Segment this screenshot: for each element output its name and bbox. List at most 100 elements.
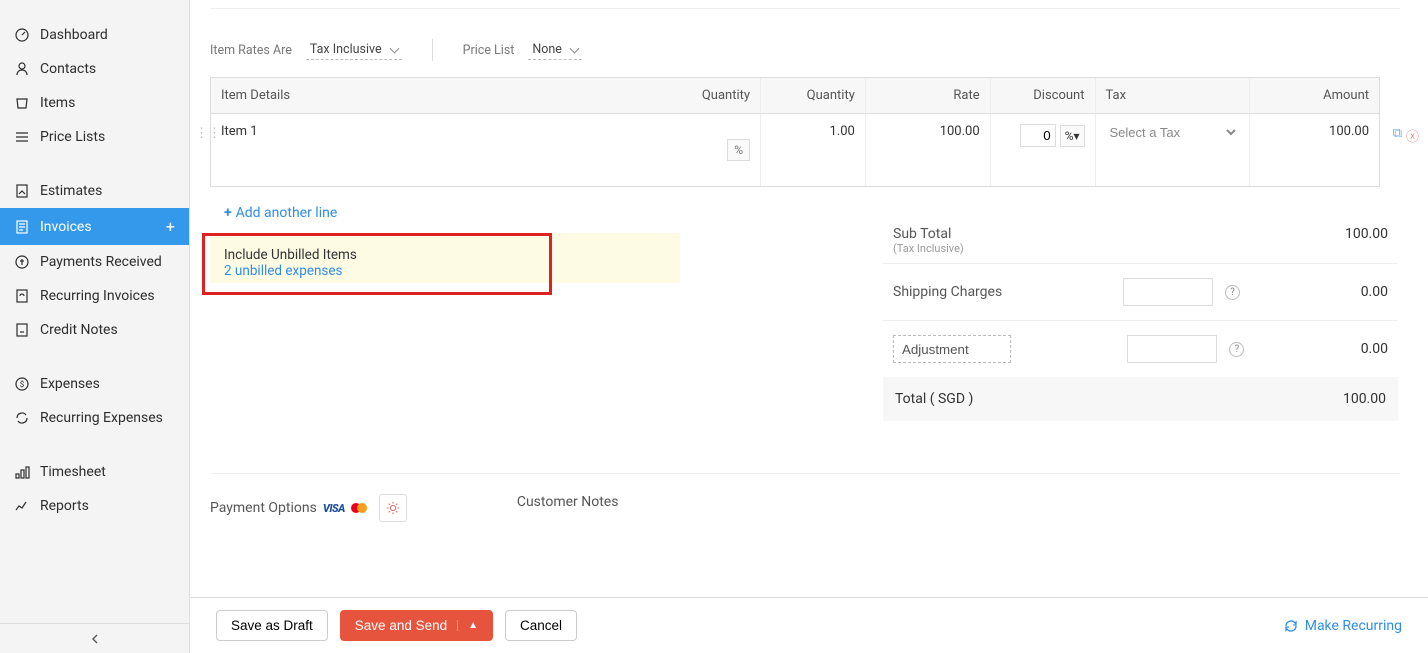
payments-icon: [14, 254, 30, 270]
info-icon[interactable]: ?: [1225, 285, 1240, 300]
item-tax-cell[interactable]: Select a Tax: [1095, 114, 1250, 186]
invoices-icon: [14, 219, 30, 235]
sidebar-item-credit-notes[interactable]: Credit Notes: [0, 313, 189, 347]
shipping-label: Shipping Charges: [893, 284, 1002, 300]
sidebar-item-timesheet[interactable]: Timesheet: [0, 455, 189, 489]
chevron-left-icon: [90, 634, 100, 644]
sidebar-item-pricelists[interactable]: Price Lists: [0, 120, 189, 154]
discount-type-select[interactable]: %▾: [1060, 125, 1085, 147]
payment-options-row: Payment Options VISA: [210, 494, 407, 522]
gear-icon: [386, 501, 400, 515]
sidebar-label: Timesheet: [40, 464, 106, 480]
sidebar-item-expenses[interactable]: $ Expenses: [0, 367, 189, 401]
pricelists-icon: [14, 129, 30, 145]
timesheet-icon: [14, 464, 30, 480]
contacts-icon: [14, 61, 30, 77]
divider: [432, 39, 433, 61]
sidebar-item-contacts[interactable]: Contacts: [0, 52, 189, 86]
make-recurring-link[interactable]: Make Recurring: [1283, 618, 1402, 634]
th-amount: Amount: [1249, 78, 1379, 113]
total-row: Total ( SGD ) 100.00: [883, 377, 1398, 421]
info-icon[interactable]: ?: [1229, 342, 1244, 357]
footer-bar: Save as Draft Save and Send ▲ Cancel Mak…: [190, 597, 1428, 653]
sidebar-collapse-button[interactable]: [0, 623, 189, 653]
mastercard-icon: [351, 503, 367, 513]
sidebar-label: Credit Notes: [40, 322, 118, 338]
cancel-button[interactable]: Cancel: [505, 610, 577, 641]
item-amount-cell: 100.00: [1249, 114, 1379, 186]
sidebar-item-reports[interactable]: Reports: [0, 489, 189, 523]
copy-row-icon[interactable]: ⧉: [1393, 126, 1402, 145]
item-qty1-cell[interactable]: %: [650, 114, 760, 186]
price-list-select[interactable]: None: [528, 40, 582, 60]
th-quantity-1: Quantity: [650, 78, 760, 113]
shipping-value: 0.00: [1361, 284, 1388, 300]
item-rates-select[interactable]: Tax Inclusive: [306, 40, 402, 60]
th-tax: Tax: [1095, 78, 1250, 113]
tax-select[interactable]: Select a Tax: [1106, 124, 1240, 141]
item-rates-label: Item Rates Are: [210, 43, 292, 58]
item-row: ⋮⋮ Item 1 % 1.00 100.00 %▾ Select a Tax …: [211, 114, 1379, 186]
unbilled-title: Include Unbilled Items: [224, 247, 357, 263]
adjustment-input[interactable]: [1127, 335, 1217, 363]
sidebar-label: Payments Received: [40, 254, 162, 270]
item-table-header: Item Details Quantity Quantity Rate Disc…: [211, 78, 1379, 114]
sidebar-item-estimates[interactable]: Estimates: [0, 174, 189, 208]
subtotal-label: Sub Total: [893, 226, 964, 242]
unbilled-expenses-link[interactable]: 2 unbilled expenses: [224, 263, 357, 279]
drag-handle-icon[interactable]: ⋮⋮: [195, 126, 221, 141]
visa-icon: VISA: [323, 502, 345, 515]
total-label: Total ( SGD ): [895, 391, 973, 407]
plus-icon[interactable]: +: [166, 217, 175, 236]
sidebar-label: Expenses: [40, 376, 100, 392]
save-send-button[interactable]: Save and Send ▲: [340, 610, 493, 641]
sidebar-item-payments-received[interactable]: Payments Received: [0, 245, 189, 279]
item-name-cell[interactable]: Item 1: [211, 114, 650, 186]
unbilled-items-box: Include Unbilled Items 2 unbilled expens…: [210, 233, 680, 283]
recurring-icon: [1283, 618, 1299, 634]
expenses-icon: $: [14, 376, 30, 392]
subtotal-value: 100.00: [1345, 226, 1388, 242]
sidebar-label: Reports: [40, 498, 89, 514]
percent-unit: %: [727, 139, 750, 161]
svg-text:$: $: [20, 380, 25, 389]
sidebar-label: Price Lists: [40, 129, 105, 145]
bottom-section: Payment Options VISA Customer Notes: [210, 473, 1400, 562]
subtotal-note: (Tax Inclusive): [893, 242, 964, 255]
estimates-icon: [14, 183, 30, 199]
save-draft-button[interactable]: Save as Draft: [216, 610, 328, 641]
total-value: 100.00: [1343, 391, 1386, 407]
sidebar-item-recurring-expenses[interactable]: Recurring Expenses: [0, 401, 189, 435]
item-rate-cell[interactable]: 100.00: [865, 114, 990, 186]
content-area: Item Rates Are Tax Inclusive Price List …: [190, 0, 1428, 597]
sidebar-item-items[interactable]: Items: [0, 86, 189, 120]
item-qty2-cell[interactable]: 1.00: [760, 114, 865, 186]
add-another-line-link[interactable]: Add another line: [224, 205, 337, 221]
discount-input[interactable]: [1020, 124, 1056, 147]
sidebar: Dashboard Contacts Items Price Lists Est…: [0, 0, 190, 653]
rates-row: Item Rates Are Tax Inclusive Price List …: [210, 8, 1400, 77]
totals-panel: Sub Total (Tax Inclusive) 100.00 Shippin…: [883, 212, 1398, 421]
main: Item Rates Are Tax Inclusive Price List …: [190, 0, 1428, 653]
shipping-input[interactable]: [1123, 278, 1213, 306]
sidebar-item-recurring-invoices[interactable]: Recurring Invoices: [0, 279, 189, 313]
sidebar-item-invoices[interactable]: Invoices +: [0, 208, 189, 245]
dashboard-icon: [14, 27, 30, 43]
adjustment-value: 0.00: [1361, 341, 1388, 357]
th-rate: Rate: [865, 78, 990, 113]
th-quantity-2: Quantity: [760, 78, 865, 113]
credit-notes-icon: [14, 322, 30, 338]
sidebar-label: Recurring Invoices: [40, 288, 155, 304]
th-item-details: Item Details: [211, 78, 650, 113]
item-discount-cell[interactable]: %▾: [990, 114, 1095, 186]
adjustment-label-input[interactable]: [893, 335, 1011, 363]
sidebar-label: Recurring Expenses: [40, 410, 163, 426]
sidebar-label: Items: [40, 95, 75, 111]
caret-down-icon[interactable]: ▲: [457, 620, 478, 631]
item-table: Item Details Quantity Quantity Rate Disc…: [210, 77, 1380, 187]
reports-icon: [14, 498, 30, 514]
delete-row-icon[interactable]: ⓧ: [1406, 126, 1419, 145]
sidebar-item-dashboard[interactable]: Dashboard: [0, 18, 189, 52]
recurring-expenses-icon: [14, 410, 30, 426]
payment-settings-button[interactable]: [379, 494, 407, 522]
